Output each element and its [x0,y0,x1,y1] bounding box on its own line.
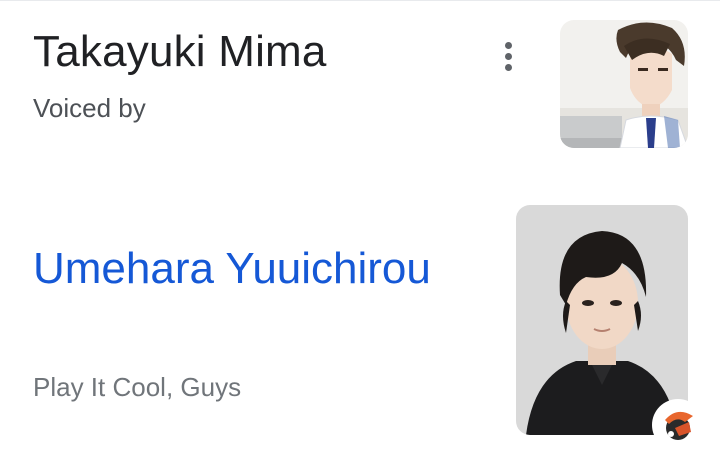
voice-actor-photo[interactable] [516,205,688,435]
more-vert-icon [504,41,512,49]
voice-actor-known-for: Play It Cool, Guys [33,372,242,402]
voiced-by-card: Takayuki Mima Voiced by Umehara Yuuichir… [0,0,720,467]
more-vert-icon-dot [504,63,512,71]
voice-actor-name-link[interactable]: Umehara Yuuichirou [33,238,453,300]
divider [0,0,720,1]
voice-actor-photo-image [516,205,688,435]
voiced-by-label: Voiced by [33,93,146,123]
anime-character-thumbnail [560,20,688,148]
character-name: Takayuki Mima [33,27,327,76]
more-options-button[interactable] [490,36,526,76]
source-app-badge [655,402,701,448]
more-vert-icon-dot [504,52,512,60]
source-app-badge-icon [655,402,701,448]
character-thumbnail[interactable] [560,20,688,148]
